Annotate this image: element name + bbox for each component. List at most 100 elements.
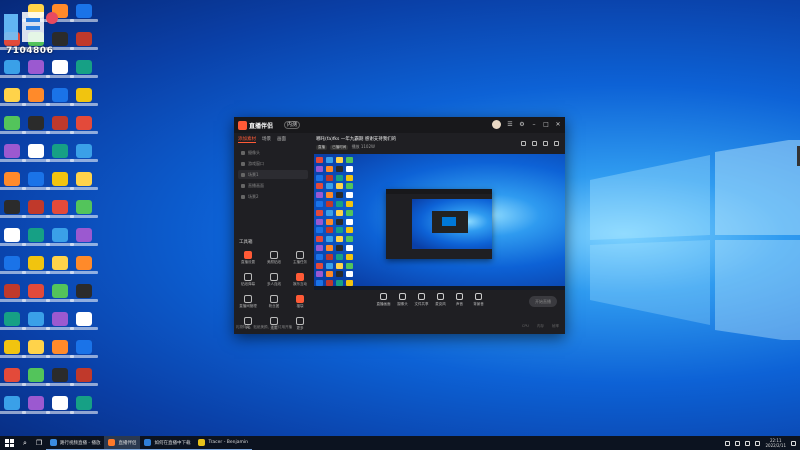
control-mic-button[interactable]: 麦克风 <box>431 293 450 307</box>
desktop-shortcut-icon[interactable] <box>70 144 98 162</box>
source-row[interactable]: 摄像头 <box>238 148 308 157</box>
tool-item[interactable]: 美颜贴纸 <box>262 251 286 269</box>
start-button[interactable] <box>0 436 18 450</box>
desktop-shortcut-icon[interactable] <box>46 368 74 386</box>
desktop-shortcut-icon[interactable] <box>22 200 50 218</box>
minimize-icon[interactable]: – <box>531 121 537 128</box>
tab-scene[interactable]: 场景 <box>262 136 271 143</box>
clock[interactable]: 22:11 2022/2/11 <box>765 438 786 448</box>
network-icon[interactable] <box>735 440 741 446</box>
tool-item[interactable]: 粉丝团 <box>262 295 286 313</box>
desktop-shortcut-icon[interactable] <box>70 116 98 134</box>
desktop-shortcut-icon[interactable] <box>0 368 26 386</box>
share-icon[interactable] <box>521 141 526 146</box>
tool-item[interactable]: 福袋 <box>288 295 312 313</box>
ime-icon[interactable] <box>755 440 761 446</box>
desktop-shortcut-icon[interactable] <box>46 312 74 330</box>
tab-view[interactable]: 画面 <box>277 136 286 143</box>
tray-up-icon[interactable] <box>725 440 731 446</box>
app-titlebar[interactable]: 直播伴侣 内测 ☰ ⚙ – □ ✕ <box>234 117 565 133</box>
desktop-shortcut-icon[interactable] <box>46 60 74 78</box>
settings-icon[interactable] <box>543 141 548 146</box>
desktop-shortcut-icon[interactable] <box>22 88 50 106</box>
desktop-shortcut-icon[interactable] <box>46 396 74 414</box>
desktop-shortcut-icon[interactable] <box>46 88 74 106</box>
desktop-shortcut-icon[interactable] <box>70 396 98 414</box>
desktop-shortcut-icon[interactable] <box>46 284 74 302</box>
desktop-shortcut-icon[interactable] <box>46 200 74 218</box>
desktop-shortcut-icon[interactable] <box>22 116 50 134</box>
desktop-shortcut-icon[interactable] <box>70 60 98 78</box>
desktop-shortcut-icon[interactable] <box>70 340 98 358</box>
tool-item[interactable]: 多人连线 <box>262 273 286 291</box>
source-row[interactable]: 游戏窗口 <box>238 159 308 168</box>
streaming-app-window[interactable]: 直播伴侣 内测 ☰ ⚙ – □ ✕ 添加素材 场景 画面 摄像头 游戏窗口 场景… <box>234 117 565 334</box>
desktop-shortcut-icon[interactable] <box>0 312 26 330</box>
control-music-button[interactable]: 背景音 <box>469 293 488 307</box>
desktop-shortcut-icon[interactable] <box>22 368 50 386</box>
desktop-shortcut-icon[interactable] <box>0 228 26 246</box>
taskbar-app-edge[interactable]: 路行视频直播 - 播放 <box>46 436 105 450</box>
desktop-shortcut-icon[interactable] <box>22 256 50 274</box>
tool-item[interactable]: 直播间管理 <box>236 295 260 313</box>
tool-item[interactable]: 贴纸弹幕 <box>236 273 260 291</box>
desktop-shortcut-icon[interactable] <box>70 172 98 190</box>
maximize-icon[interactable]: □ <box>543 121 549 128</box>
tool-item[interactable]: 主播任务 <box>288 251 312 269</box>
desktop-shortcut-icon[interactable] <box>0 172 26 190</box>
notification-icon[interactable] <box>791 440 796 446</box>
desktop-shortcut-icon[interactable] <box>70 32 98 50</box>
desktop-shortcut-icon[interactable] <box>22 396 50 414</box>
desktop-shortcut-icon[interactable] <box>0 340 26 358</box>
desktop-shortcut-icon[interactable] <box>22 172 50 190</box>
desktop-shortcut-icon[interactable] <box>0 256 26 274</box>
menu-icon[interactable]: ☰ <box>507 121 513 128</box>
desktop-shortcut-icon[interactable] <box>22 312 50 330</box>
control-sound-button[interactable]: 声音 <box>450 293 469 307</box>
control-screen-button[interactable]: 直播画面 <box>374 293 393 307</box>
desktop-shortcut-icon[interactable] <box>0 116 26 134</box>
desktop-shortcut-icon[interactable] <box>0 144 26 162</box>
tool-item[interactable]: 直播设置 <box>236 251 260 269</box>
desktop-shortcut-icon[interactable] <box>0 88 26 106</box>
desktop-shortcut-icon[interactable] <box>70 368 98 386</box>
desktop-shortcut-icon[interactable] <box>22 228 50 246</box>
user-avatar[interactable] <box>492 120 501 129</box>
desktop-shortcut-icon[interactable] <box>46 228 74 246</box>
start-stream-button[interactable]: 开始直播 <box>529 296 557 307</box>
taskbar-app-streaming[interactable]: 直播伴侣 <box>104 436 141 450</box>
source-row[interactable]: 直播画面 <box>238 181 308 190</box>
desktop-shortcut-icon[interactable] <box>0 396 26 414</box>
source-row[interactable]: 场景2 <box>238 192 308 201</box>
desktop-shortcut-icon[interactable] <box>46 256 74 274</box>
desktop-shortcut-icon[interactable] <box>70 256 98 274</box>
close-icon[interactable]: ✕ <box>555 121 561 128</box>
taskbar-app-music[interactable]: Tracer - Benjamin <box>194 436 252 450</box>
desktop-shortcut-icon[interactable] <box>46 340 74 358</box>
desktop-shortcut-icon[interactable] <box>22 340 50 358</box>
desktop-shortcut-icon[interactable] <box>22 60 50 78</box>
control-file-button[interactable]: 文件共享 <box>412 293 431 307</box>
settings-icon[interactable]: ⚙ <box>519 121 525 128</box>
desktop-shortcut-icon[interactable] <box>70 228 98 246</box>
desktop-shortcut-icon[interactable] <box>70 4 98 22</box>
refresh-icon[interactable] <box>532 141 537 146</box>
desktop-shortcut-icon[interactable] <box>46 172 74 190</box>
fullscreen-icon[interactable] <box>554 141 559 146</box>
desktop-shortcut-icon[interactable] <box>0 60 26 78</box>
desktop-shortcut-icon[interactable] <box>70 284 98 302</box>
desktop-shortcut-icon[interactable] <box>22 144 50 162</box>
desktop-shortcut-icon[interactable] <box>46 116 74 134</box>
desktop-shortcut-icon[interactable] <box>70 312 98 330</box>
desktop-shortcut-icon[interactable] <box>22 284 50 302</box>
tab-add-source[interactable]: 添加素材 <box>238 136 256 143</box>
desktop-shortcut-icon[interactable] <box>46 144 74 162</box>
source-row[interactable]: 场景1 <box>238 170 308 179</box>
stream-preview[interactable] <box>314 154 565 290</box>
desktop-shortcut-icon[interactable] <box>70 88 98 106</box>
desktop-shortcut-icon[interactable] <box>70 200 98 218</box>
desktop-shortcut-icon[interactable] <box>0 284 26 302</box>
volume-icon[interactable] <box>745 440 751 446</box>
taskbar-app-browser[interactable]: 如何在直播中下载 <box>140 436 195 450</box>
desktop-shortcut-icon[interactable] <box>0 200 26 218</box>
